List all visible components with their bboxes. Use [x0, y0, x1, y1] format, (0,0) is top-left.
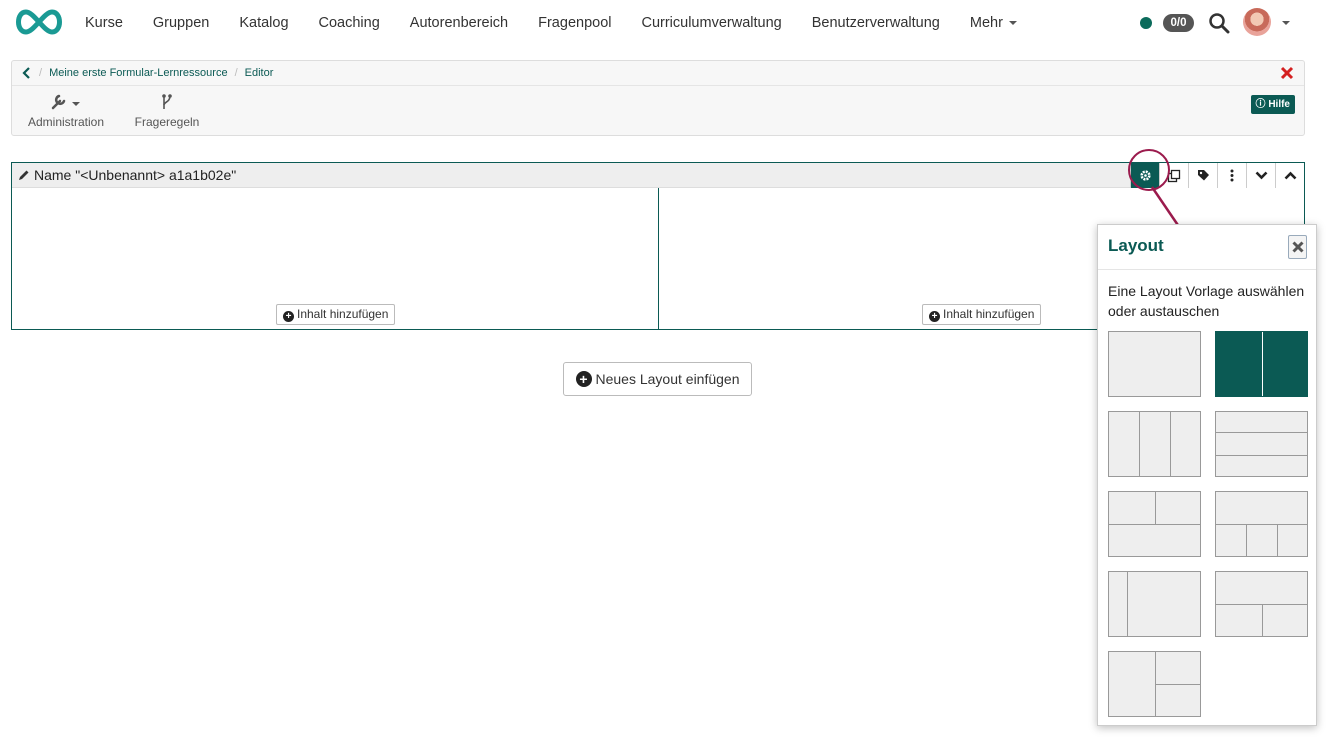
- layout-template-header-two-columns[interactable]: [1215, 571, 1308, 637]
- pencil-icon: [19, 170, 29, 180]
- layout-template-three-columns[interactable]: [1108, 411, 1201, 477]
- template-divider: [1155, 492, 1156, 524]
- caret-down-icon[interactable]: [1282, 21, 1290, 25]
- column-divider: [658, 188, 659, 330]
- layout-popover: Layout Eine Layout Vorlage auswählen ode…: [1097, 224, 1317, 726]
- tag-icon: [1197, 170, 1209, 181]
- nav-mehr-label: Mehr: [969, 15, 1003, 31]
- template-divider: [1109, 524, 1200, 525]
- nav-autorenbereich[interactable]: Autorenbereich: [395, 0, 523, 46]
- template-divider: [1262, 332, 1263, 396]
- close-icon[interactable]: [1280, 66, 1294, 80]
- administration-label: Administration: [27, 115, 105, 129]
- layout-template-single[interactable]: [1108, 331, 1201, 397]
- user-avatar[interactable]: [1243, 8, 1271, 36]
- breadcrumb-separator: /: [234, 67, 238, 79]
- top-navbar: Kurse Gruppen Katalog Coaching Autorenbe…: [0, 0, 1334, 46]
- breadcrumb-resource[interactable]: Meine erste Formular-Lernressource: [49, 67, 228, 79]
- container-title: Name "<Unbenannt> a1a1b02e": [34, 167, 237, 183]
- help-label: Hilfe: [1268, 99, 1290, 110]
- layout-template-sidebar-left[interactable]: [1108, 571, 1201, 637]
- template-divider: [1216, 524, 1307, 525]
- template-divider: [1262, 604, 1263, 636]
- wrench-icon: [51, 94, 80, 110]
- editor-toolbar-panel: / Meine erste Formular-Lernressource / E…: [11, 60, 1305, 136]
- breadcrumb-editor[interactable]: Editor: [245, 67, 274, 79]
- layout-template-three-rows[interactable]: [1215, 411, 1308, 477]
- notification-badge[interactable]: 0/0: [1163, 14, 1194, 32]
- template-divider: [1216, 432, 1307, 433]
- nav-curriculumverwaltung[interactable]: Curriculumverwaltung: [626, 0, 796, 46]
- template-divider: [1139, 412, 1140, 476]
- move-down-button[interactable]: [1246, 163, 1275, 188]
- add-content-label: Inhalt hinzufügen: [297, 307, 389, 321]
- template-divider: [1170, 412, 1171, 476]
- back-icon[interactable]: [22, 67, 32, 79]
- container-header: Name "<Unbenannt> a1a1b02e": [12, 163, 1304, 188]
- layout-template-header-three-columns[interactable]: [1215, 491, 1308, 557]
- help-button[interactable]: ⓘ Hilfe: [1250, 95, 1295, 114]
- online-status-dot[interactable]: [1140, 17, 1152, 29]
- plus-circle-icon: +: [929, 311, 940, 322]
- template-divider: [1246, 524, 1247, 556]
- template-divider: [1277, 524, 1278, 556]
- nav-katalog[interactable]: Katalog: [224, 0, 303, 46]
- popover-description: Eine Layout Vorlage auswählen oder austa…: [1108, 283, 1305, 319]
- layout-template-header-two-columns-footer[interactable]: [1108, 491, 1201, 557]
- new-layout-button[interactable]: + Neues Layout einfügen: [563, 362, 752, 396]
- popover-close-button[interactable]: [1288, 235, 1307, 259]
- administration-button[interactable]: Administration: [26, 93, 106, 129]
- nav-gruppen[interactable]: Gruppen: [138, 0, 224, 46]
- frageregeln-label: Frageregeln: [134, 115, 200, 129]
- template-divider: [1216, 455, 1307, 456]
- nav-fragenpool[interactable]: Fragenpool: [523, 0, 626, 46]
- breadcrumb: / Meine erste Formular-Lernressource / E…: [12, 61, 1304, 86]
- branch-icon: [162, 94, 172, 109]
- close-icon: [1291, 241, 1304, 253]
- openolat-logo[interactable]: [12, 8, 66, 36]
- nav-kurse[interactable]: Kurse: [70, 0, 138, 46]
- template-divider: [1127, 572, 1128, 636]
- new-layout-label: Neues Layout einfügen: [595, 371, 740, 387]
- nav-mehr[interactable]: Mehr: [955, 0, 1032, 46]
- template-divider: [1155, 684, 1200, 685]
- add-content-label: Inhalt hinzufügen: [943, 307, 1035, 321]
- add-content-button-right[interactable]: + Inhalt hinzufügen: [922, 304, 1042, 325]
- layout-template-sidebar-right-split[interactable]: [1108, 651, 1201, 717]
- plus-circle-icon: +: [283, 311, 294, 322]
- help-icon: ⓘ: [1255, 99, 1266, 110]
- caret-down-icon: [1008, 21, 1017, 26]
- popover-header: Layout: [1098, 225, 1316, 270]
- nav-benutzerverwaltung[interactable]: Benutzerverwaltung: [797, 0, 955, 46]
- move-up-button[interactable]: [1275, 163, 1304, 188]
- chevron-down-icon: [1255, 171, 1267, 180]
- add-content-button-left[interactable]: + Inhalt hinzufügen: [276, 304, 396, 325]
- breadcrumb-separator: /: [39, 67, 43, 79]
- plus-circle-icon: +: [575, 371, 592, 387]
- more-icon: [1230, 169, 1234, 182]
- frageregeln-button[interactable]: Frageregeln: [132, 93, 202, 129]
- chevron-up-icon: [1284, 171, 1296, 180]
- nav-coaching[interactable]: Coaching: [304, 0, 395, 46]
- layout-template-two-columns[interactable]: [1215, 331, 1308, 397]
- popover-title: Layout: [1108, 236, 1164, 255]
- more-button[interactable]: [1217, 163, 1246, 188]
- search-icon[interactable]: [1208, 12, 1230, 34]
- main-menu: Kurse Gruppen Katalog Coaching Autorenbe…: [70, 0, 1032, 46]
